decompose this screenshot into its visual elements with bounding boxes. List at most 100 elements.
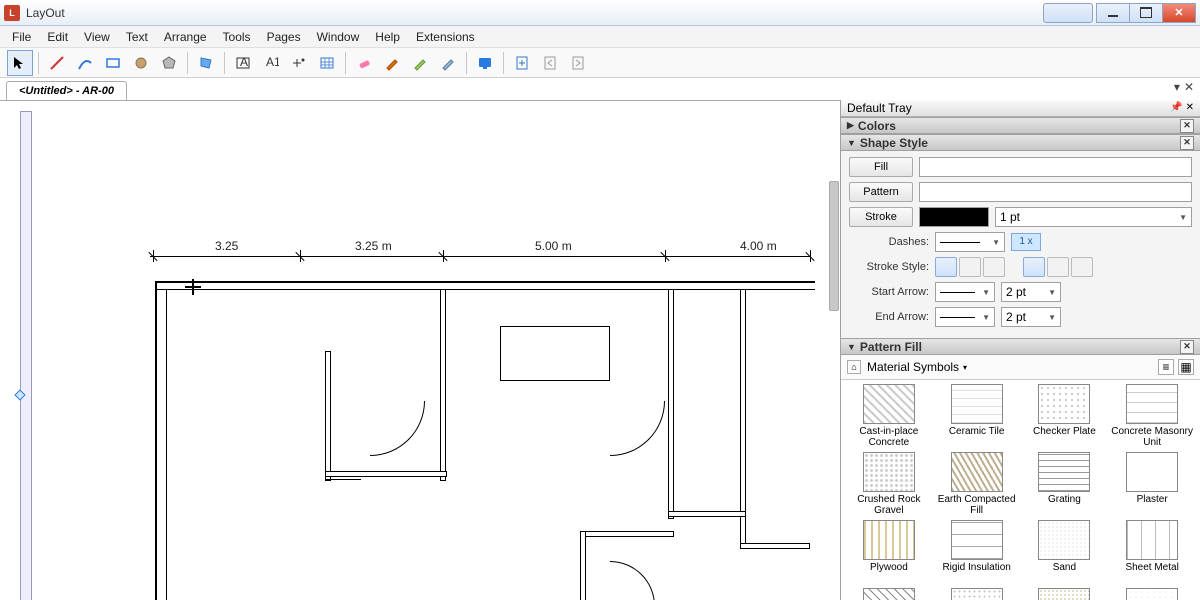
tab-close[interactable]: ✕	[1184, 80, 1194, 94]
menu-tools[interactable]: Tools	[215, 27, 259, 47]
circle-tool[interactable]	[128, 50, 154, 76]
menu-pages[interactable]: Pages	[259, 27, 309, 47]
dimension-4: 4.00 m	[740, 239, 777, 253]
document-tab-bar: <Untitled> - AR-00 ▾ ✕	[0, 78, 1200, 100]
material-item[interactable]: Checker Plate	[1023, 384, 1107, 448]
svg-text:A1: A1	[266, 55, 279, 69]
menu-window[interactable]: Window	[309, 27, 368, 47]
material-item[interactable]: Plaster	[1110, 452, 1194, 516]
grid-view-icon[interactable]: ▦	[1178, 359, 1194, 375]
start-arrow-label: Start Arrow:	[849, 286, 929, 298]
end-arrow-label: End Arrow:	[849, 311, 929, 323]
maximize-button[interactable]	[1129, 3, 1163, 23]
eraser-tool[interactable]	[351, 50, 377, 76]
material-item[interactable]: Rigid Insulation	[935, 520, 1019, 584]
join-miter[interactable]	[1023, 257, 1045, 277]
dashes-scale[interactable]: 1 x	[1011, 233, 1041, 251]
material-item[interactable]: Concrete Masonry Unit	[1110, 384, 1194, 448]
rectangle-tool[interactable]	[100, 50, 126, 76]
cap-round[interactable]	[959, 257, 981, 277]
svg-text:A: A	[240, 55, 248, 69]
start-arrow-size-dropdown[interactable]: 2 pt▼	[1001, 282, 1061, 302]
shape-style-panel-header[interactable]: ▼Shape Style ✕	[841, 134, 1200, 151]
cap-flat[interactable]	[935, 257, 957, 277]
end-arrow-dropdown[interactable]: ▼	[935, 307, 995, 327]
pin-icon[interactable]: 📌 ✕	[1170, 102, 1194, 113]
next-page-button[interactable]	[565, 50, 591, 76]
menu-extensions[interactable]: Extensions	[408, 27, 483, 47]
material-item[interactable]	[847, 588, 931, 600]
move-cursor-icon	[185, 279, 201, 295]
menu-bar: File Edit View Text Arrange Tools Pages …	[0, 26, 1200, 48]
dimension-2: 3.25 m	[355, 239, 392, 253]
window-hint[interactable]	[1043, 3, 1093, 23]
split-tool[interactable]	[407, 50, 433, 76]
material-item[interactable]	[1023, 588, 1107, 600]
menu-text[interactable]: Text	[118, 27, 156, 47]
prev-page-button[interactable]	[537, 50, 563, 76]
table-tool[interactable]	[314, 50, 340, 76]
pattern-library-header: ⌂ Material Symbols ▾ ≡ ▦	[841, 355, 1200, 380]
material-item[interactable]: Cast-in-place Concrete	[847, 384, 931, 448]
material-library-name[interactable]: Material Symbols	[867, 360, 959, 374]
material-item[interactable]: Sheet Metal	[1110, 520, 1194, 584]
material-item[interactable]: Sand	[1023, 520, 1107, 584]
line-tool[interactable]	[44, 50, 70, 76]
dimension-tool[interactable]: A1	[258, 50, 284, 76]
material-item[interactable]: Ceramic Tile	[935, 384, 1019, 448]
colors-panel-header[interactable]: ▶Colors ✕	[841, 117, 1200, 134]
join-round[interactable]	[1047, 257, 1069, 277]
cap-square[interactable]	[983, 257, 1005, 277]
colors-close-icon[interactable]: ✕	[1180, 119, 1194, 133]
canvas-scrollbar[interactable]	[829, 181, 839, 311]
presentation-tool[interactable]	[472, 50, 498, 76]
stroke-swatch[interactable]	[919, 207, 989, 227]
shape-style-close-icon[interactable]: ✕	[1180, 136, 1194, 150]
join-style-group	[1023, 257, 1093, 277]
pattern-fill-panel-header[interactable]: ▼Pattern Fill ✕	[841, 338, 1200, 355]
dashes-dropdown[interactable]: ▼	[935, 232, 1005, 252]
menu-arrange[interactable]: Arrange	[156, 27, 215, 47]
style-tool[interactable]	[379, 50, 405, 76]
drawing-canvas[interactable]: 3.25 3.25 m 5.00 m 4.00 m	[0, 100, 840, 600]
close-button[interactable]	[1162, 3, 1196, 23]
dimension-1: 3.25	[215, 239, 238, 253]
table-tool-2[interactable]	[286, 50, 312, 76]
document-tab[interactable]: <Untitled> - AR-00	[6, 81, 127, 100]
material-item[interactable]: Crushed Rock Gravel	[847, 452, 931, 516]
tab-dropdown[interactable]: ▾	[1174, 80, 1180, 94]
fill-button[interactable]: Fill	[849, 157, 913, 177]
material-item[interactable]: Grating	[1023, 452, 1107, 516]
home-icon[interactable]: ⌂	[847, 360, 861, 374]
menu-file[interactable]: File	[4, 27, 39, 47]
polygon-tool[interactable]	[156, 50, 182, 76]
stroke-button[interactable]: Stroke	[849, 207, 913, 227]
add-page-button[interactable]	[509, 50, 535, 76]
arc-tool[interactable]	[72, 50, 98, 76]
text-tool[interactable]	[193, 50, 219, 76]
dimension-3: 5.00 m	[535, 239, 572, 253]
menu-edit[interactable]: Edit	[39, 27, 76, 47]
menu-help[interactable]: Help	[367, 27, 408, 47]
material-item[interactable]: Earth Compacted Fill	[935, 452, 1019, 516]
pattern-fill-close-icon[interactable]: ✕	[1180, 340, 1194, 354]
start-arrow-dropdown[interactable]: ▼	[935, 282, 995, 302]
tray-header[interactable]: Default Tray 📌 ✕	[841, 100, 1200, 117]
material-item[interactable]: Plywood	[847, 520, 931, 584]
fill-swatch[interactable]	[919, 157, 1192, 177]
pattern-button[interactable]: Pattern	[849, 182, 913, 202]
join-bevel[interactable]	[1071, 257, 1093, 277]
menu-view[interactable]: View	[76, 27, 118, 47]
select-tool[interactable]	[7, 50, 33, 76]
end-arrow-size-dropdown[interactable]: 2 pt▼	[1001, 307, 1061, 327]
material-item[interactable]	[935, 588, 1019, 600]
pattern-swatch[interactable]	[919, 182, 1192, 202]
join-tool[interactable]	[435, 50, 461, 76]
minimize-button[interactable]	[1096, 3, 1130, 23]
material-item[interactable]	[1110, 588, 1194, 600]
stroke-style-label: Stroke Style:	[849, 261, 929, 273]
stroke-weight-dropdown[interactable]: 1 pt▼	[995, 207, 1192, 227]
material-grid: Cast-in-place ConcreteCeramic TileChecke…	[841, 380, 1200, 600]
list-view-icon[interactable]: ≡	[1158, 359, 1174, 375]
label-tool[interactable]: A	[230, 50, 256, 76]
